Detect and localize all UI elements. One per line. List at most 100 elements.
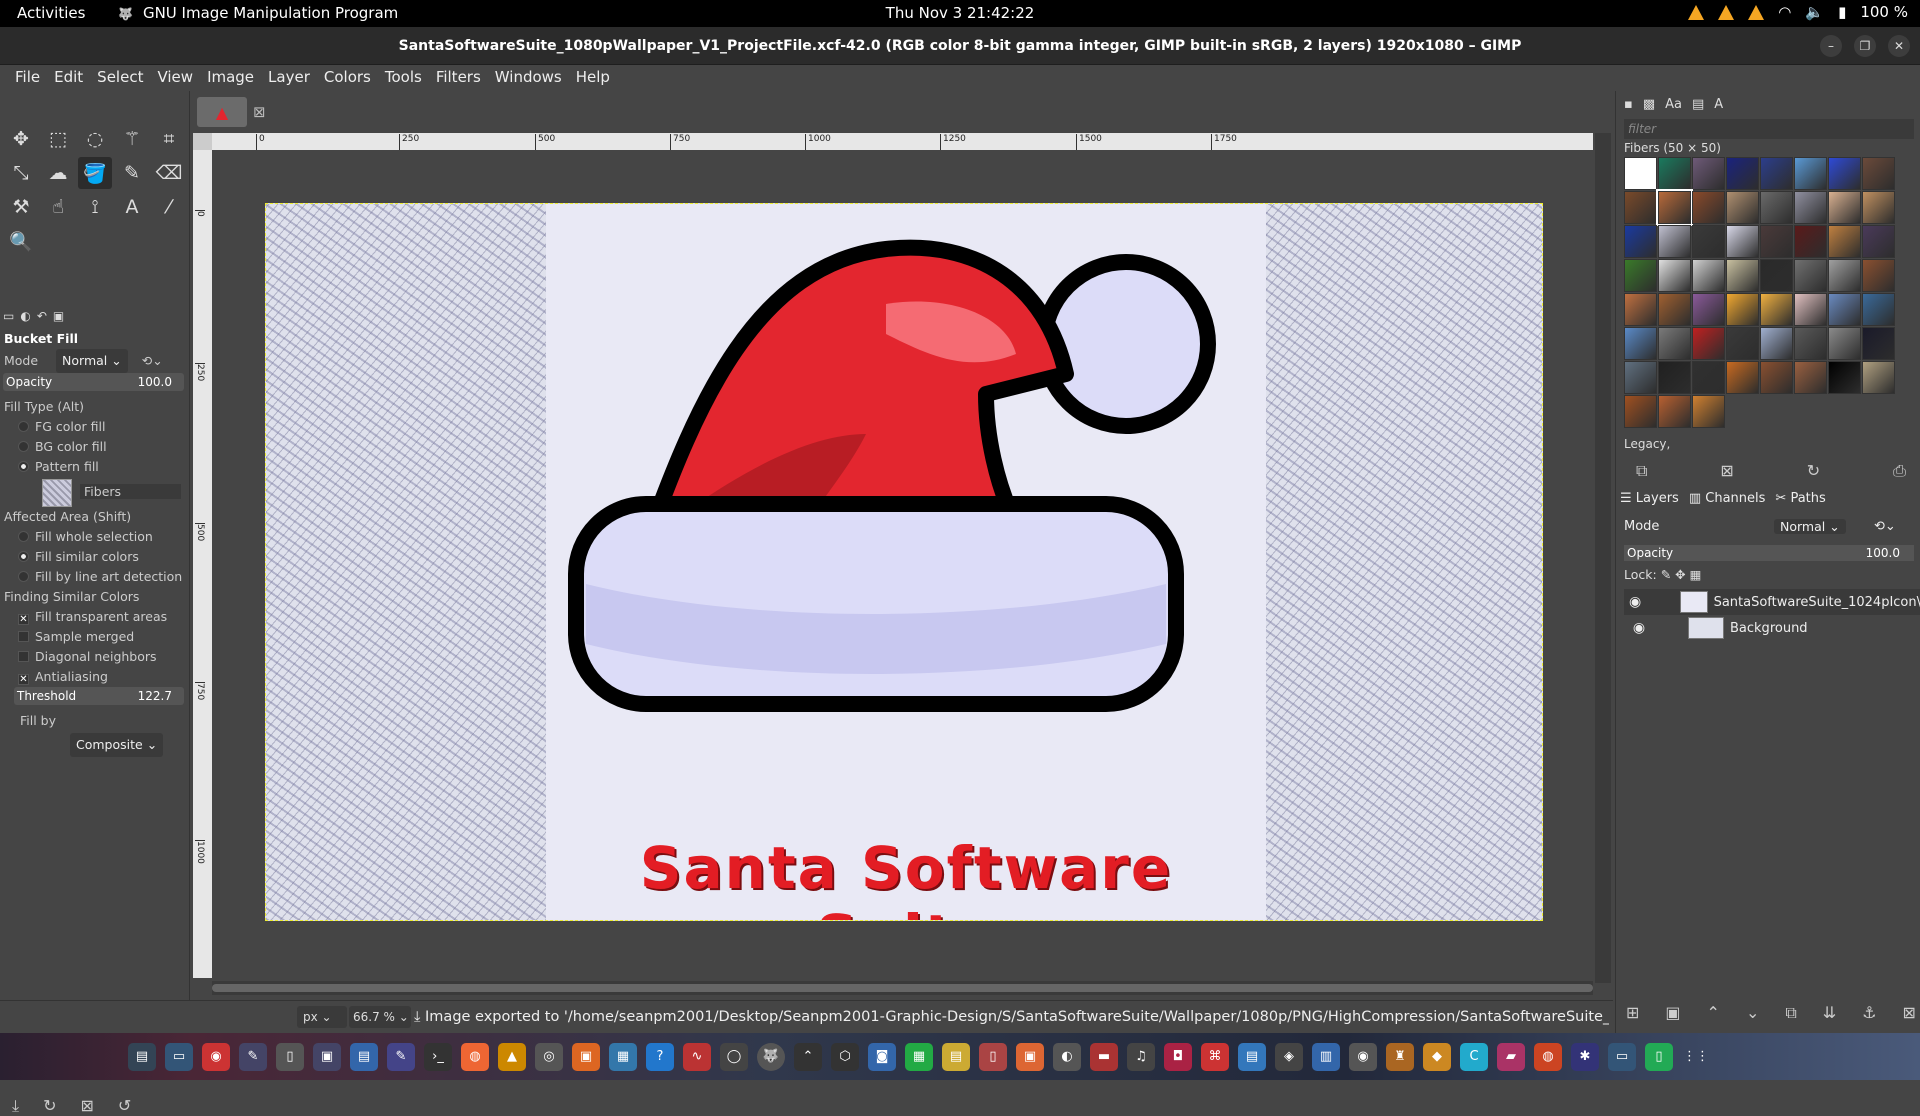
documents-tab-icon[interactable]: ▤	[1692, 97, 1704, 112]
pattern-swatch[interactable]	[1862, 327, 1895, 360]
terminal-icon[interactable]: ›_	[424, 1042, 452, 1071]
app-icon[interactable]: ◙	[868, 1042, 896, 1071]
pattern-swatch[interactable]	[1658, 361, 1691, 394]
check-sample-merged[interactable]: Sample merged	[0, 627, 190, 647]
menu-edit[interactable]: Edit	[47, 65, 90, 91]
pattern-swatch[interactable]	[1862, 259, 1895, 292]
files-icon[interactable]: ▤	[128, 1042, 156, 1071]
zoom-icon[interactable]: 🔍	[4, 225, 38, 257]
check-antialiasing[interactable]: ✕ Antialiasing	[0, 667, 190, 687]
close-tab-icon[interactable]: ⊠	[253, 103, 266, 121]
tab-layers[interactable]: ☰ Layers	[1620, 491, 1679, 506]
pattern-swatch[interactable]	[1692, 157, 1725, 190]
pattern-swatch[interactable]	[1624, 361, 1657, 394]
pattern-swatch[interactable]	[1692, 361, 1725, 394]
pattern-swatch[interactable]	[1692, 293, 1725, 326]
layer-row[interactable]: ◉ SantaSoftwareSuite_1024pIcon\	[1624, 589, 1920, 615]
lower-layer-icon[interactable]: ⌄	[1746, 1003, 1759, 1023]
app-icon[interactable]: ⌘	[1201, 1042, 1229, 1071]
warp-icon[interactable]: ☁	[41, 157, 75, 189]
device-status-tab-icon[interactable]: ◐	[20, 309, 30, 323]
inkscape-icon[interactable]: ⌃	[794, 1042, 822, 1071]
threshold-slider[interactable]: Threshold 122.7	[14, 687, 184, 705]
vertical-scrollbar[interactable]	[1595, 133, 1611, 983]
pattern-swatch[interactable]	[1828, 225, 1861, 258]
pattern-swatch[interactable]	[1794, 191, 1827, 224]
open-pattern-icon[interactable]: ⎙	[1893, 461, 1906, 481]
menu-select[interactable]: Select	[90, 65, 150, 91]
app-icon[interactable]: ◈	[1275, 1042, 1303, 1071]
app-icon[interactable]: ▭	[1608, 1042, 1636, 1071]
pattern-swatch[interactable]	[1828, 259, 1861, 292]
tool-options-tab-icon[interactable]: ▭	[3, 309, 14, 323]
delete-pattern-icon[interactable]: ⊠	[1720, 461, 1733, 481]
clone-icon[interactable]: ⚒	[4, 191, 38, 223]
reset-options-icon[interactable]: ↺	[118, 1096, 131, 1116]
raise-layer-icon[interactable]: ⌃	[1707, 1003, 1720, 1023]
menu-file[interactable]: File	[8, 65, 47, 91]
pattern-swatch[interactable]	[1828, 293, 1861, 326]
app-icon[interactable]: ♜	[1386, 1042, 1414, 1071]
vertical-ruler[interactable]: 0 250 500 750 1000	[193, 150, 212, 978]
save-options-icon[interactable]: ⤓	[12, 1096, 19, 1116]
affected-whole[interactable]: Fill whole selection	[0, 527, 190, 547]
menu-windows[interactable]: Windows	[488, 65, 569, 91]
horizontal-ruler[interactable]: 0 250 500 750 1000 1250 1500 1750	[212, 133, 1593, 150]
lasso-icon[interactable]: ◌	[78, 123, 112, 155]
pattern-swatch[interactable]	[1794, 361, 1827, 394]
pattern-swatch[interactable]	[1658, 157, 1691, 190]
pattern-swatch[interactable]	[1658, 293, 1691, 326]
tag-filter[interactable]: Legacy,	[1624, 437, 1914, 455]
duplicate-pattern-icon[interactable]: ⧉	[1636, 461, 1647, 481]
fuzzy-select-icon[interactable]: ⚚	[115, 123, 149, 155]
anchor-layer-icon[interactable]: ⚓	[1862, 1003, 1876, 1023]
chrome-icon[interactable]: ◉	[202, 1042, 230, 1071]
pattern-swatch[interactable]	[1828, 361, 1861, 394]
app-icon[interactable]: ▯	[1645, 1042, 1673, 1071]
undo-history-tab-icon[interactable]: ↶	[37, 309, 47, 323]
writer-icon[interactable]: ▤	[350, 1042, 378, 1071]
pattern-swatch[interactable]	[1760, 259, 1793, 292]
app-icon[interactable]: ▬	[1090, 1042, 1118, 1071]
pattern-swatch[interactable]	[1862, 225, 1895, 258]
folder-icon[interactable]: ▭	[165, 1042, 193, 1071]
refresh-patterns-icon[interactable]: ↻	[1807, 461, 1820, 481]
pattern-swatch[interactable]	[1760, 191, 1793, 224]
monitor-icon[interactable]: ∿	[683, 1042, 711, 1071]
screenshot-icon[interactable]: ▣	[313, 1042, 341, 1071]
warning-icon[interactable]	[1688, 4, 1705, 20]
pattern-swatch[interactable]	[1692, 395, 1725, 428]
close-button[interactable]: ✕	[1888, 35, 1910, 57]
color-picker-icon[interactable]: ⁄	[152, 191, 186, 223]
reset-mode-icon[interactable]: ⟲⌄	[142, 353, 163, 368]
paths-icon[interactable]: ⟟	[78, 191, 112, 223]
merge-layer-icon[interactable]: ⇊	[1823, 1003, 1836, 1023]
clock[interactable]: Thu Nov 3 21:42:22	[886, 4, 1035, 22]
mode-dropdown[interactable]: Normal ⌄	[56, 349, 128, 373]
menu-tools[interactable]: Tools	[378, 65, 429, 91]
fill-by-dropdown[interactable]: Composite ⌄	[70, 733, 164, 757]
app-menu[interactable]: 🐺 GNU Image Manipulation Program	[118, 4, 398, 22]
pattern-swatch[interactable]	[1656, 189, 1693, 226]
menu-image[interactable]: Image	[200, 65, 261, 91]
pattern-swatch[interactable]	[1726, 259, 1759, 292]
warning-icon[interactable]	[1748, 4, 1765, 20]
impress-icon[interactable]: ▣	[1016, 1042, 1044, 1071]
transform-icon[interactable]: ⤡	[4, 157, 38, 189]
app-icon[interactable]: ✱	[1571, 1042, 1599, 1071]
pattern-swatch[interactable]	[1624, 293, 1657, 326]
pattern-swatch[interactable]	[1726, 361, 1759, 394]
restore-options-icon[interactable]: ↻	[43, 1096, 56, 1116]
horizontal-scrollbar[interactable]	[212, 981, 1593, 995]
new-group-icon[interactable]: ▣	[1665, 1003, 1680, 1023]
menu-help[interactable]: Help	[569, 65, 617, 91]
images-tab-icon[interactable]: ▣	[53, 309, 64, 323]
pattern-swatch[interactable]	[1760, 157, 1793, 190]
battery-icon[interactable]: ▮	[1838, 3, 1846, 21]
image-canvas[interactable]: Santa Software Suite	[265, 203, 1543, 921]
show-apps-icon[interactable]: ⋮⋮	[1682, 1043, 1710, 1071]
pattern-swatch[interactable]	[1794, 225, 1827, 258]
unit-dropdown[interactable]: px ⌄	[297, 1006, 347, 1028]
disc-icon[interactable]: ◎	[535, 1042, 563, 1071]
activities-button[interactable]: Activities	[17, 4, 85, 22]
